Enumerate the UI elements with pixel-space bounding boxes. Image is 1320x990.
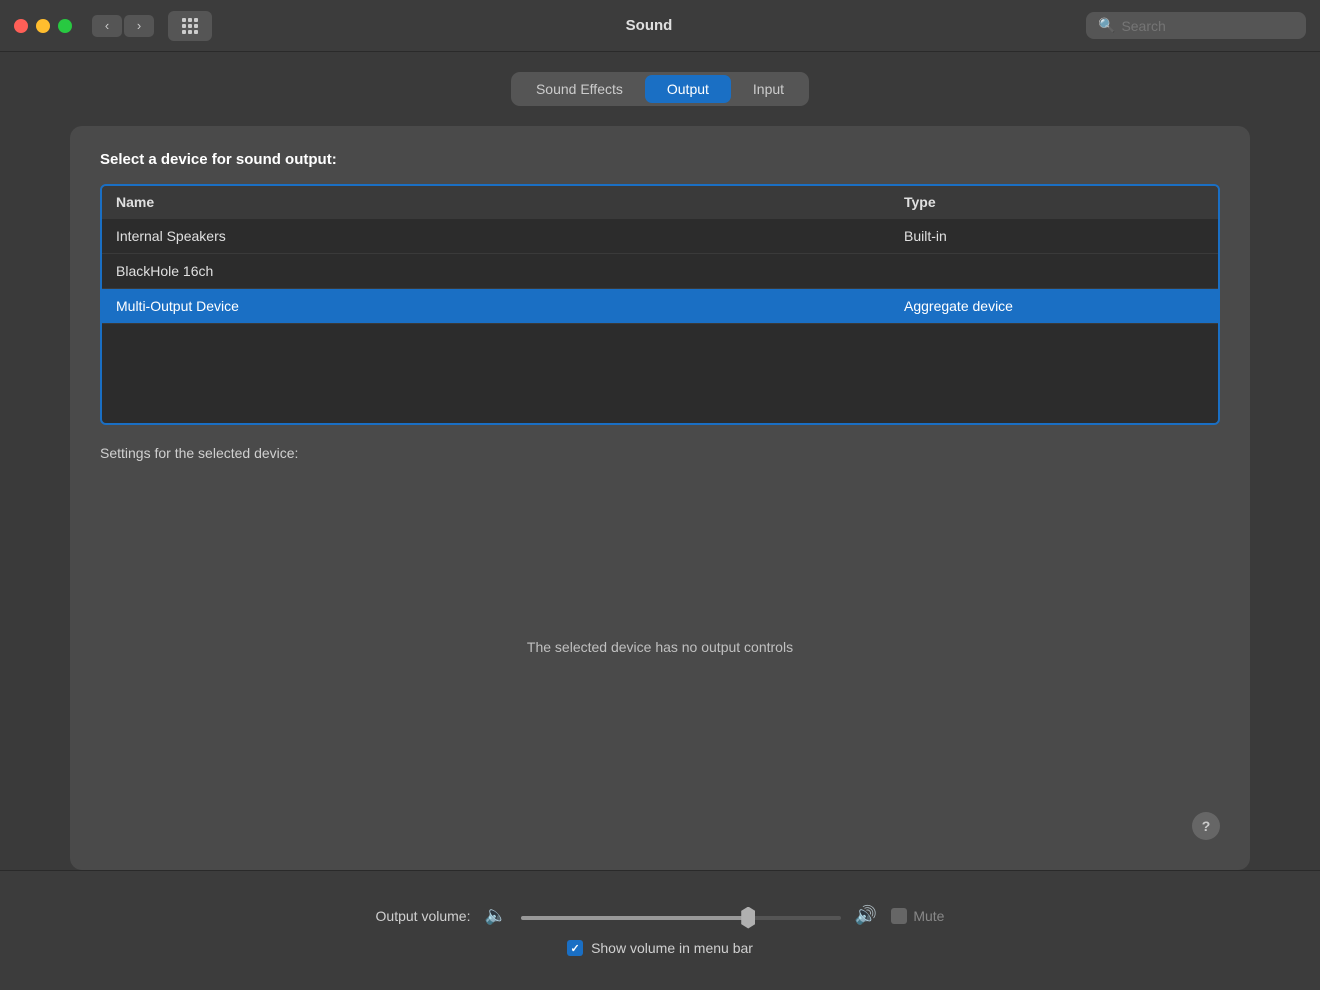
show-volume-checkbox[interactable] (567, 940, 583, 956)
device-name: Multi-Output Device (116, 298, 904, 314)
device-name: BlackHole 16ch (116, 263, 904, 279)
search-icon: 🔍 (1098, 17, 1115, 34)
nav-buttons: ‹ › (92, 15, 154, 37)
forward-button[interactable]: › (124, 15, 154, 37)
help-button[interactable]: ? (1192, 812, 1220, 840)
menu-bar-row: Show volume in menu bar (567, 940, 753, 956)
device-name: Internal Speakers (116, 228, 904, 244)
titlebar: ‹ › Sound 🔍 (0, 0, 1320, 52)
minimize-button[interactable] (36, 19, 50, 33)
volume-low-icon: 🔈 (484, 905, 506, 926)
mute-checkbox[interactable] (891, 908, 907, 924)
back-button[interactable]: ‹ (92, 15, 122, 37)
device-table: Name Type Internal Speakers Built-in Bla… (100, 184, 1220, 425)
tabs-container: Sound Effects Output Input (511, 72, 809, 106)
maximize-button[interactable] (58, 19, 72, 33)
volume-slider[interactable] (521, 916, 841, 920)
tab-output[interactable]: Output (645, 75, 731, 103)
settings-label: Settings for the selected device: (100, 445, 1220, 461)
table-header: Name Type (102, 186, 1218, 218)
device-type: Built-in (904, 228, 1204, 244)
search-bar[interactable]: 🔍 (1086, 12, 1306, 39)
volume-slider-container (521, 907, 841, 925)
device-type: Aggregate device (904, 298, 1204, 314)
grid-icon (181, 17, 199, 35)
output-panel: Select a device for sound output: Name T… (70, 126, 1250, 870)
traffic-lights (14, 19, 72, 33)
device-type (904, 263, 1204, 279)
mute-container: Mute (891, 908, 944, 924)
table-row[interactable]: BlackHole 16ch (102, 253, 1218, 288)
search-input[interactable] (1121, 18, 1291, 34)
window-title: Sound (222, 17, 1076, 34)
mute-label: Mute (913, 908, 944, 924)
col-header-type: Type (904, 194, 1204, 210)
no-controls-message: The selected device has no output contro… (100, 481, 1220, 812)
table-row-selected[interactable]: Multi-Output Device Aggregate device (102, 288, 1218, 323)
tab-input[interactable]: Input (731, 75, 806, 103)
col-header-name: Name (116, 194, 904, 210)
volume-high-icon: 🔊 (855, 905, 877, 926)
show-volume-label: Show volume in menu bar (591, 940, 753, 956)
main-content: Sound Effects Output Input Select a devi… (0, 52, 1320, 870)
tab-sound-effects[interactable]: Sound Effects (514, 75, 645, 103)
output-volume-label: Output volume: (376, 908, 471, 924)
grid-button[interactable] (168, 11, 212, 41)
bottom-bar: Output volume: 🔈 🔊 Mute Show volume in m… (0, 870, 1320, 990)
panel-heading: Select a device for sound output: (100, 151, 1220, 168)
close-button[interactable] (14, 19, 28, 33)
table-row[interactable]: Internal Speakers Built-in (102, 218, 1218, 253)
help-btn-container: ? (100, 812, 1220, 850)
volume-row: Output volume: 🔈 🔊 Mute (376, 905, 945, 926)
table-empty-area (102, 323, 1218, 423)
